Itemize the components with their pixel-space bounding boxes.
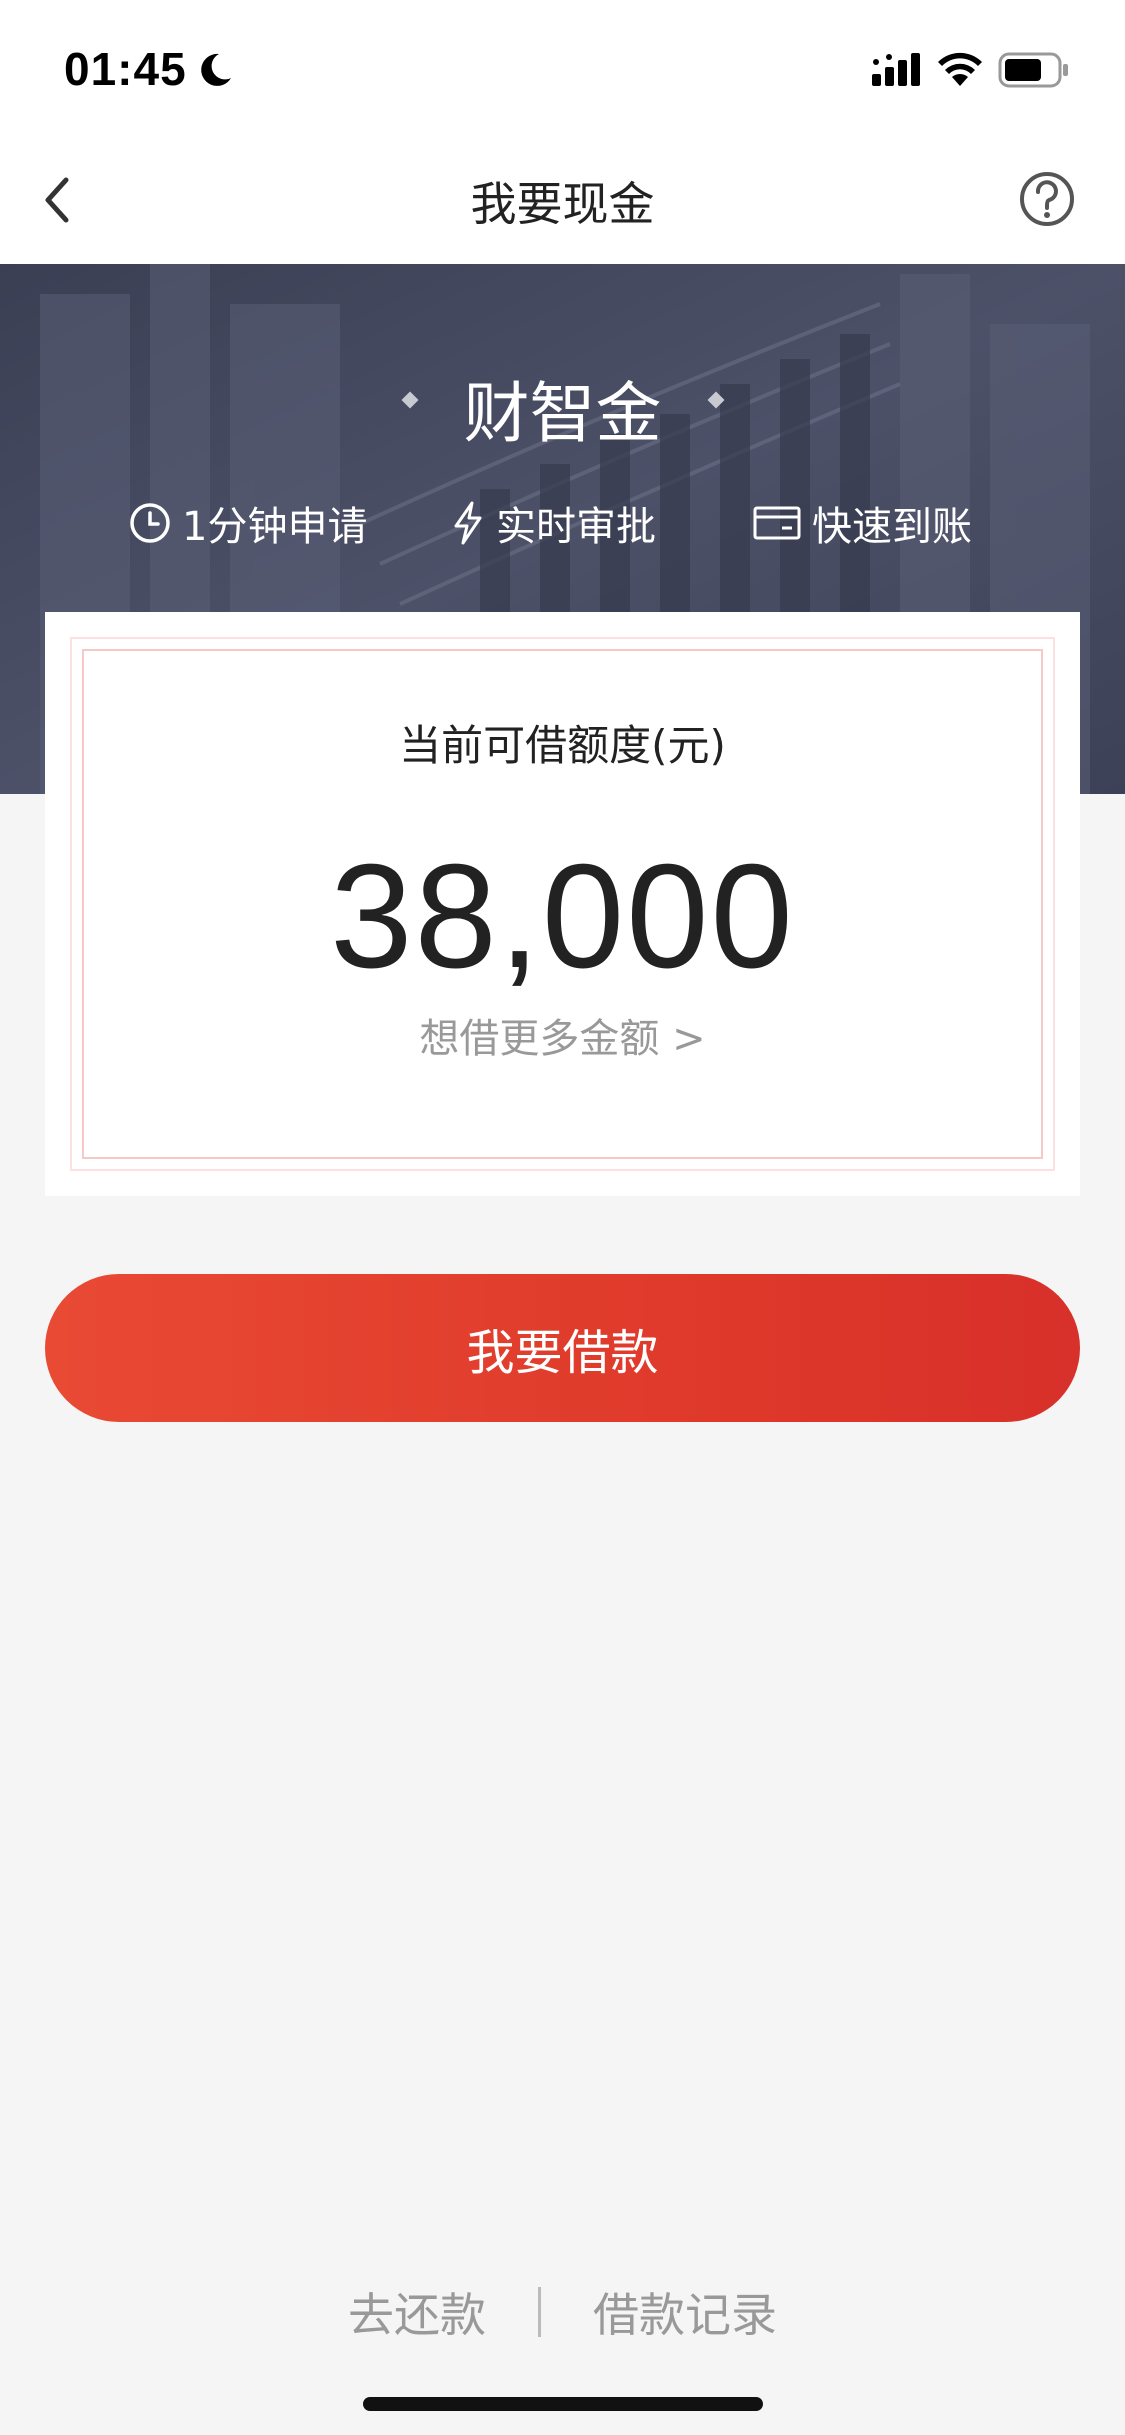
page-title: 我要现金 (470, 177, 655, 231)
repay-link[interactable]: 去还款 (348, 2279, 486, 2345)
wifi-icon (938, 52, 982, 86)
clock-icon (130, 503, 170, 543)
status-time: 01:45 (64, 43, 187, 95)
footer-links: 去还款 借款记录 (0, 2282, 1125, 2342)
feature-approve: 实时审批 (450, 498, 656, 550)
brand-title: 财智金 (463, 375, 662, 452)
feature-approve-label: 实时审批 (496, 504, 656, 550)
feature-arrival: 快速到账 (752, 498, 972, 550)
battery-icon (998, 52, 1068, 88)
cellular-signal-icon (872, 53, 920, 86)
home-indicator[interactable] (363, 2397, 763, 2411)
help-question-icon[interactable] (1018, 170, 1076, 228)
feature-arrival-label: 快速到账 (812, 504, 972, 550)
credit-limit-label: 当前可借额度(元) (399, 721, 726, 770)
lightning-icon (454, 501, 482, 545)
credit-limit-amount: 38,000 (330, 834, 795, 999)
feature-apply-label: 1分钟申请 (182, 504, 368, 550)
card-icon (753, 506, 801, 540)
loan-records-link[interactable]: 借款记录 (593, 2279, 777, 2345)
borrow-button[interactable]: 我要借款 (45, 1274, 1080, 1422)
moon-icon (201, 53, 231, 86)
borrow-more-link[interactable]: 想借更多金额 > (0, 1006, 1125, 1064)
footer-divider (538, 2287, 541, 2337)
feature-apply: 1分钟申请 (128, 498, 367, 550)
